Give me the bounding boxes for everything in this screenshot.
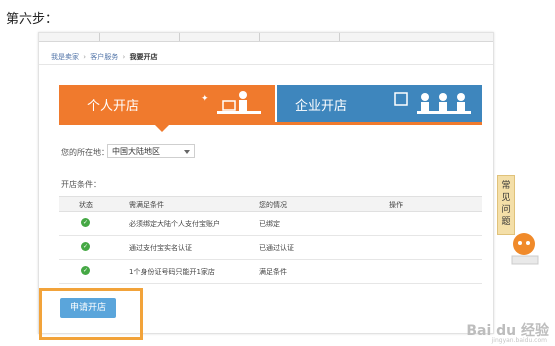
tab-company-label: 企业开店: [295, 99, 348, 114]
breadcrumb-separator: ›: [122, 53, 126, 61]
meeting-icon: [394, 92, 471, 114]
top-navigation: [39, 33, 493, 42]
table-row: ✓ 通过支付宝实名认证 已通过认证: [59, 236, 482, 260]
condition-text: 必须绑定大陆个人支付宝账户: [129, 220, 220, 228]
active-tab-pointer: [155, 125, 169, 132]
location-label: 您的所在地：: [61, 148, 109, 157]
location-select[interactable]: 中国大陆地区: [107, 144, 195, 158]
svg-text:✦: ✦: [201, 94, 209, 104]
tab-company-store[interactable]: 企业开店: [277, 85, 482, 122]
header-action: 操作: [389, 201, 403, 209]
condition-text: 1个身份证号码只能开1家店: [129, 268, 215, 276]
table-row: ✓ 1个身份证号码只能开1家店 满足条件: [59, 260, 482, 284]
status-text: 已通过认证: [259, 244, 294, 252]
tab-personal-label: 个人开店: [87, 99, 140, 114]
location-value: 中国大陆地区: [112, 147, 160, 156]
table-header: 状态 需满足条件 您的情况 操作: [59, 196, 482, 212]
step-title: 第六步：: [6, 12, 59, 27]
faq-tab[interactable]: 常见问题: [497, 175, 515, 235]
breadcrumb-item-service[interactable]: 客户服务: [90, 53, 118, 61]
table-row: ✓ 必须绑定大陆个人支付宝账户 已绑定: [59, 212, 482, 236]
header-condition: 需满足条件: [129, 201, 164, 209]
mascot-icon: [511, 233, 539, 265]
conditions-table: 状态 需满足条件 您的情况 操作 ✓ 必须绑定大陆个人支付宝账户 已绑定 ✓ 通…: [59, 196, 482, 284]
check-icon: ✓: [81, 266, 90, 275]
chevron-down-icon: [184, 150, 190, 154]
header-your-status: 您的情况: [259, 201, 287, 209]
breadcrumb: 我是卖家 › 客户服务 › 我要开店: [39, 49, 493, 65]
status-text: 已绑定: [259, 220, 280, 228]
tab-underline: [59, 122, 482, 125]
check-icon: ✓: [81, 218, 90, 227]
highlight-box: [39, 288, 143, 340]
conditions-label: 开店条件：: [61, 180, 101, 189]
breadcrumb-separator: ›: [83, 53, 87, 61]
breadcrumb-current: 我要开店: [129, 53, 158, 61]
check-icon: ✓: [81, 242, 90, 251]
tab-personal-store[interactable]: 个人开店 ✦: [59, 85, 275, 122]
status-text: 满足条件: [259, 268, 287, 276]
header-status: 状态: [79, 201, 93, 209]
breadcrumb-item-seller[interactable]: 我是卖家: [51, 53, 79, 61]
person-desk-icon: ✦: [201, 91, 261, 114]
condition-text: 通过支付宝实名认证: [129, 244, 192, 252]
watermark-url: jingyan.baidu.com: [491, 337, 547, 344]
